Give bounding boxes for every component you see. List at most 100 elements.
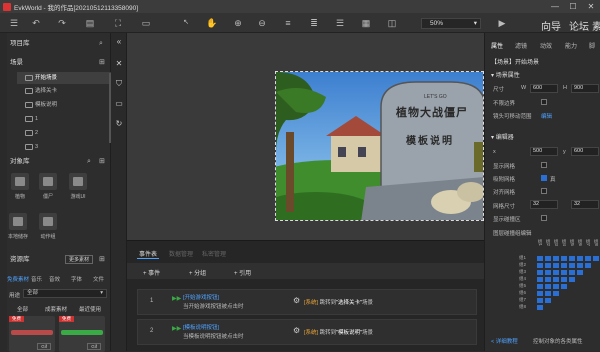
event-row[interactable]: 1 ▶▶ [开始游戏按钮] 当开始游戏按钮被点击时 ⚙ [系统] 跳转到"选择关… (137, 289, 477, 315)
unlimited-edge-checkbox[interactable] (541, 99, 547, 105)
resource-item[interactable]: 免费 Gif (59, 316, 105, 352)
object-local-storage[interactable]: 本地储存 (7, 213, 29, 240)
more-assets-button[interactable]: 更多素材 (65, 255, 94, 264)
collision-cell[interactable] (553, 291, 559, 296)
shield-icon[interactable]: ⛉ (114, 79, 124, 89)
res-tab-sfx[interactable]: 音效 (49, 275, 60, 283)
save-icon[interactable]: ▤ (84, 16, 96, 30)
collision-cell[interactable] (585, 256, 591, 261)
show-collision-checkbox[interactable] (541, 215, 547, 221)
scene-item[interactable]: 模板说明 (17, 99, 111, 111)
collision-cell[interactable] (553, 284, 559, 289)
res-sub-all[interactable]: 全部 (17, 305, 28, 313)
collision-cell[interactable] (553, 263, 559, 268)
add-group-button[interactable]: + 分组 (189, 268, 206, 277)
height-input[interactable]: 900 (571, 84, 599, 93)
nav-assets[interactable]: 素 (592, 18, 600, 33)
collision-cell[interactable] (561, 270, 567, 275)
object-plants[interactable]: 植物 (9, 173, 31, 200)
collision-cell[interactable] (545, 263, 551, 268)
tab-properties[interactable]: 属性 (491, 41, 503, 50)
collision-cell[interactable] (561, 256, 567, 261)
add-object-icon[interactable]: ⊞ (99, 155, 105, 168)
folder-icon[interactable]: ▭ (114, 99, 124, 108)
search-icon[interactable]: ⌕ (99, 37, 103, 50)
add-reference-button[interactable]: + 引用 (234, 268, 251, 277)
layers-icon[interactable]: ◫ (386, 16, 398, 30)
transform-icon[interactable]: ✕ (114, 59, 124, 68)
collision-cell[interactable] (577, 263, 583, 268)
collision-cell[interactable] (569, 263, 575, 268)
grid-size-x-input[interactable]: 32 (530, 200, 558, 209)
add-scene-icon[interactable]: ⊞ (99, 56, 105, 69)
collision-cell[interactable] (569, 270, 575, 275)
collision-cell[interactable] (545, 284, 551, 289)
tab-data-manage[interactable]: 数据管理 (169, 249, 193, 258)
filter-select[interactable]: 全部 ▾ (23, 289, 107, 298)
collision-cell[interactable] (537, 256, 543, 261)
nav-guide[interactable]: 向导 (541, 18, 561, 33)
align-left-icon[interactable]: ≡ (282, 16, 294, 30)
camera-range-edit-link[interactable]: 编辑 (541, 112, 552, 120)
collision-cell[interactable] (537, 277, 543, 282)
editor-section[interactable]: ▾ 编辑器 (491, 132, 514, 141)
redo-icon[interactable]: ↷ (56, 16, 68, 30)
grid-icon[interactable]: ▦ (360, 16, 372, 30)
object-zombies[interactable]: 僵尸 (37, 173, 59, 200)
tab-filters[interactable]: 滤镜 (515, 41, 527, 50)
menu-icon[interactable]: ☰ (8, 16, 20, 30)
collision-cell[interactable] (593, 256, 599, 261)
event-trigger[interactable]: [开始游戏按钮] (183, 293, 219, 301)
add-event-button[interactable]: + 事件 (143, 268, 160, 277)
event-trigger[interactable]: [模板说明按钮] (183, 323, 219, 331)
zoom-select[interactable]: 50% ▾ (421, 18, 481, 29)
collision-cell[interactable] (553, 270, 559, 275)
collision-cell[interactable] (545, 270, 551, 275)
collision-cell[interactable] (577, 270, 583, 275)
play-icon[interactable]: ▶ (496, 16, 508, 30)
zoom-in-icon[interactable]: ⊕ (232, 16, 244, 30)
object-game-ui[interactable]: 游戏UI (67, 173, 89, 200)
event-row[interactable]: 2 ▶▶ [模板说明按钮] 当模板说明按钮被点击时 ⚙ [系统] 跳转到"模板说… (137, 319, 477, 345)
collision-cell[interactable] (561, 263, 567, 268)
res-tab-font[interactable]: 字体 (71, 275, 82, 283)
collision-cell[interactable] (577, 256, 583, 261)
collision-cell[interactable] (545, 256, 551, 261)
collision-cell[interactable] (537, 270, 543, 275)
res-sub-sets[interactable]: 成套素材 (45, 305, 67, 313)
event-action[interactable]: [系统] 跳转到"模板说明"场景 (304, 328, 373, 336)
align-right-icon[interactable]: ☰ (334, 16, 346, 30)
x-input[interactable]: 500 (530, 147, 558, 156)
collision-cell[interactable] (561, 284, 567, 289)
collision-cell[interactable] (545, 277, 551, 282)
fullscreen-icon[interactable]: ⛶ (112, 16, 124, 30)
collision-cell[interactable] (537, 298, 543, 303)
tutorial-link[interactable]: < 详细教程 (491, 337, 518, 345)
collision-cell[interactable] (561, 277, 567, 282)
scene-item[interactable]: 2 (17, 127, 111, 139)
undo-icon[interactable]: ↶ (30, 16, 42, 30)
nav-forum[interactable]: 论坛 (569, 18, 589, 33)
collision-cell[interactable] (545, 298, 551, 303)
collision-cell[interactable] (553, 256, 559, 261)
collapse-icon[interactable]: « (114, 37, 124, 46)
show-grid-checkbox[interactable] (541, 162, 547, 168)
scene-item[interactable]: 开始场景 (17, 72, 111, 84)
tab-script[interactable]: 脚 (589, 41, 595, 50)
object-action-group[interactable]: 动作组 (37, 213, 59, 240)
collision-cell[interactable] (569, 256, 575, 261)
collision-cell[interactable] (537, 291, 543, 296)
tab-abilities[interactable]: 能力 (565, 41, 577, 50)
align-center-icon[interactable]: ≣ (308, 16, 320, 30)
scene-item[interactable]: 选择关卡 (17, 85, 111, 97)
collision-cell[interactable] (537, 305, 543, 310)
minimize-button[interactable]: — (546, 0, 564, 13)
width-input[interactable]: 600 (530, 84, 558, 93)
search-icon[interactable]: ⌕ (87, 155, 91, 168)
res-tab-music[interactable]: 音乐 (31, 275, 42, 283)
scene-item[interactable]: 1 (17, 113, 111, 125)
res-tab-file[interactable]: 文件 (93, 275, 104, 283)
scene-attr-section[interactable]: ▾ 场景属性 (491, 70, 520, 79)
device-icon[interactable]: ▭ (140, 16, 152, 30)
tab-effects[interactable]: 动效 (540, 41, 552, 50)
